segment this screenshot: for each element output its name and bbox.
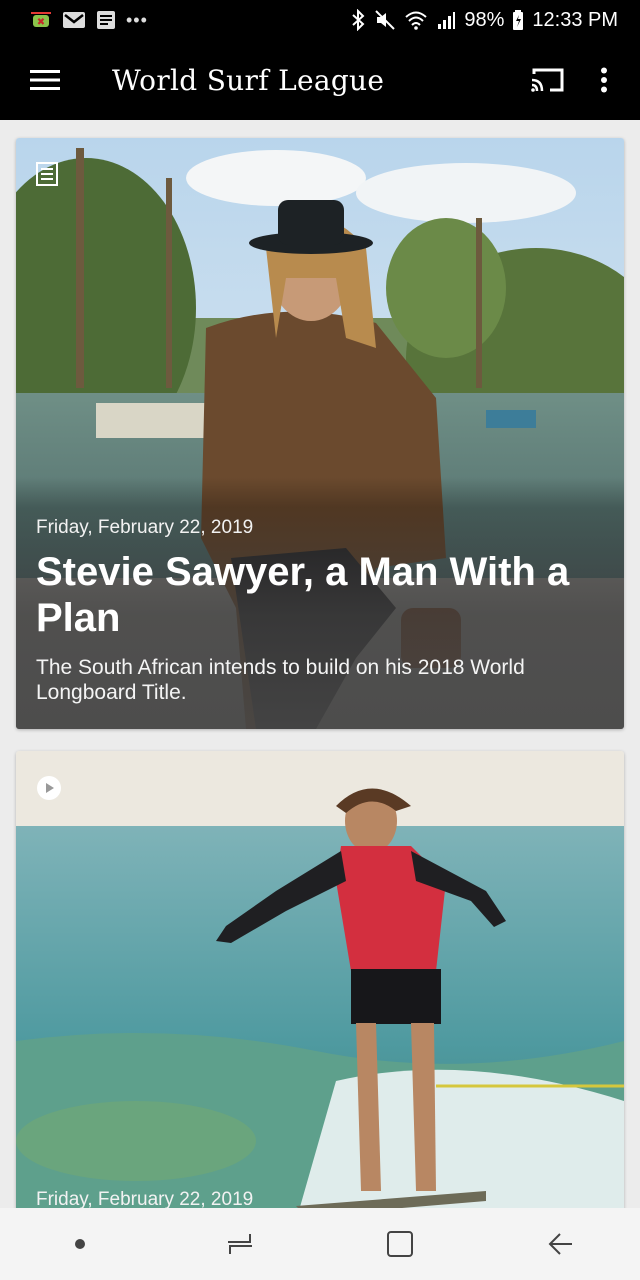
video-thumbnail — [16, 751, 624, 1208]
svg-text:✖: ✖ — [37, 17, 45, 28]
article-card[interactable]: Friday, February 22, 2019 Stevie Sawyer,… — [16, 138, 624, 729]
navigation-drawer-button[interactable] — [0, 40, 90, 120]
home-button[interactable] — [360, 1214, 440, 1274]
app-bar: World Surf League — [0, 40, 640, 120]
article-icon — [36, 162, 58, 186]
more-notifications-indicator: ••• — [126, 9, 148, 30]
recents-button[interactable] — [200, 1214, 280, 1274]
home-icon — [387, 1231, 413, 1257]
menu-icon — [30, 70, 60, 90]
battery-icon — [513, 10, 524, 30]
video-date: Friday, February 22, 2019 — [36, 1189, 254, 1208]
news-icon — [97, 11, 115, 29]
article-date: Friday, February 22, 2019 — [36, 517, 254, 538]
bluetooth-icon — [352, 9, 365, 31]
android-debug-icon: ✖ — [31, 12, 51, 28]
cast-button[interactable] — [520, 40, 576, 120]
clock: 12:33 PM — [532, 8, 618, 31]
news-feed[interactable]: Friday, February 22, 2019 Stevie Sawyer,… — [0, 120, 640, 1208]
wifi-icon — [405, 11, 428, 30]
signal-icon — [438, 12, 456, 29]
mute-icon — [375, 10, 396, 30]
status-bar-notifications: ✖ ••• — [30, 9, 148, 31]
back-button[interactable] — [520, 1214, 600, 1274]
video-play-icon — [37, 776, 61, 800]
article-text-overlay: Friday, February 22, 2019 Stevie Sawyer,… — [16, 477, 624, 729]
battery-percent: 98% — [464, 8, 505, 31]
system-navigation-bar — [0, 1208, 640, 1280]
overflow-menu-button[interactable] — [576, 40, 632, 120]
article-summary: The South African intends to build on hi… — [36, 656, 525, 704]
app-title: World Surf League — [112, 63, 385, 97]
nav-dot-button[interactable] — [40, 1214, 120, 1274]
article-headline[interactable]: Stevie Sawyer, a Man With a Plan — [36, 549, 604, 641]
dot-icon — [75, 1239, 85, 1249]
status-bar-system: 98% 12:33 PM — [350, 9, 618, 32]
cast-icon — [531, 68, 564, 92]
more-vert-icon — [601, 67, 607, 93]
video-card[interactable]: Friday, February 22, 2019 — [16, 751, 624, 1208]
gmail-icon — [63, 12, 85, 28]
back-icon — [548, 1233, 572, 1255]
status-bar: ✖ ••• 98% 12:33 PM — [0, 0, 640, 40]
recents-icon — [228, 1234, 252, 1254]
